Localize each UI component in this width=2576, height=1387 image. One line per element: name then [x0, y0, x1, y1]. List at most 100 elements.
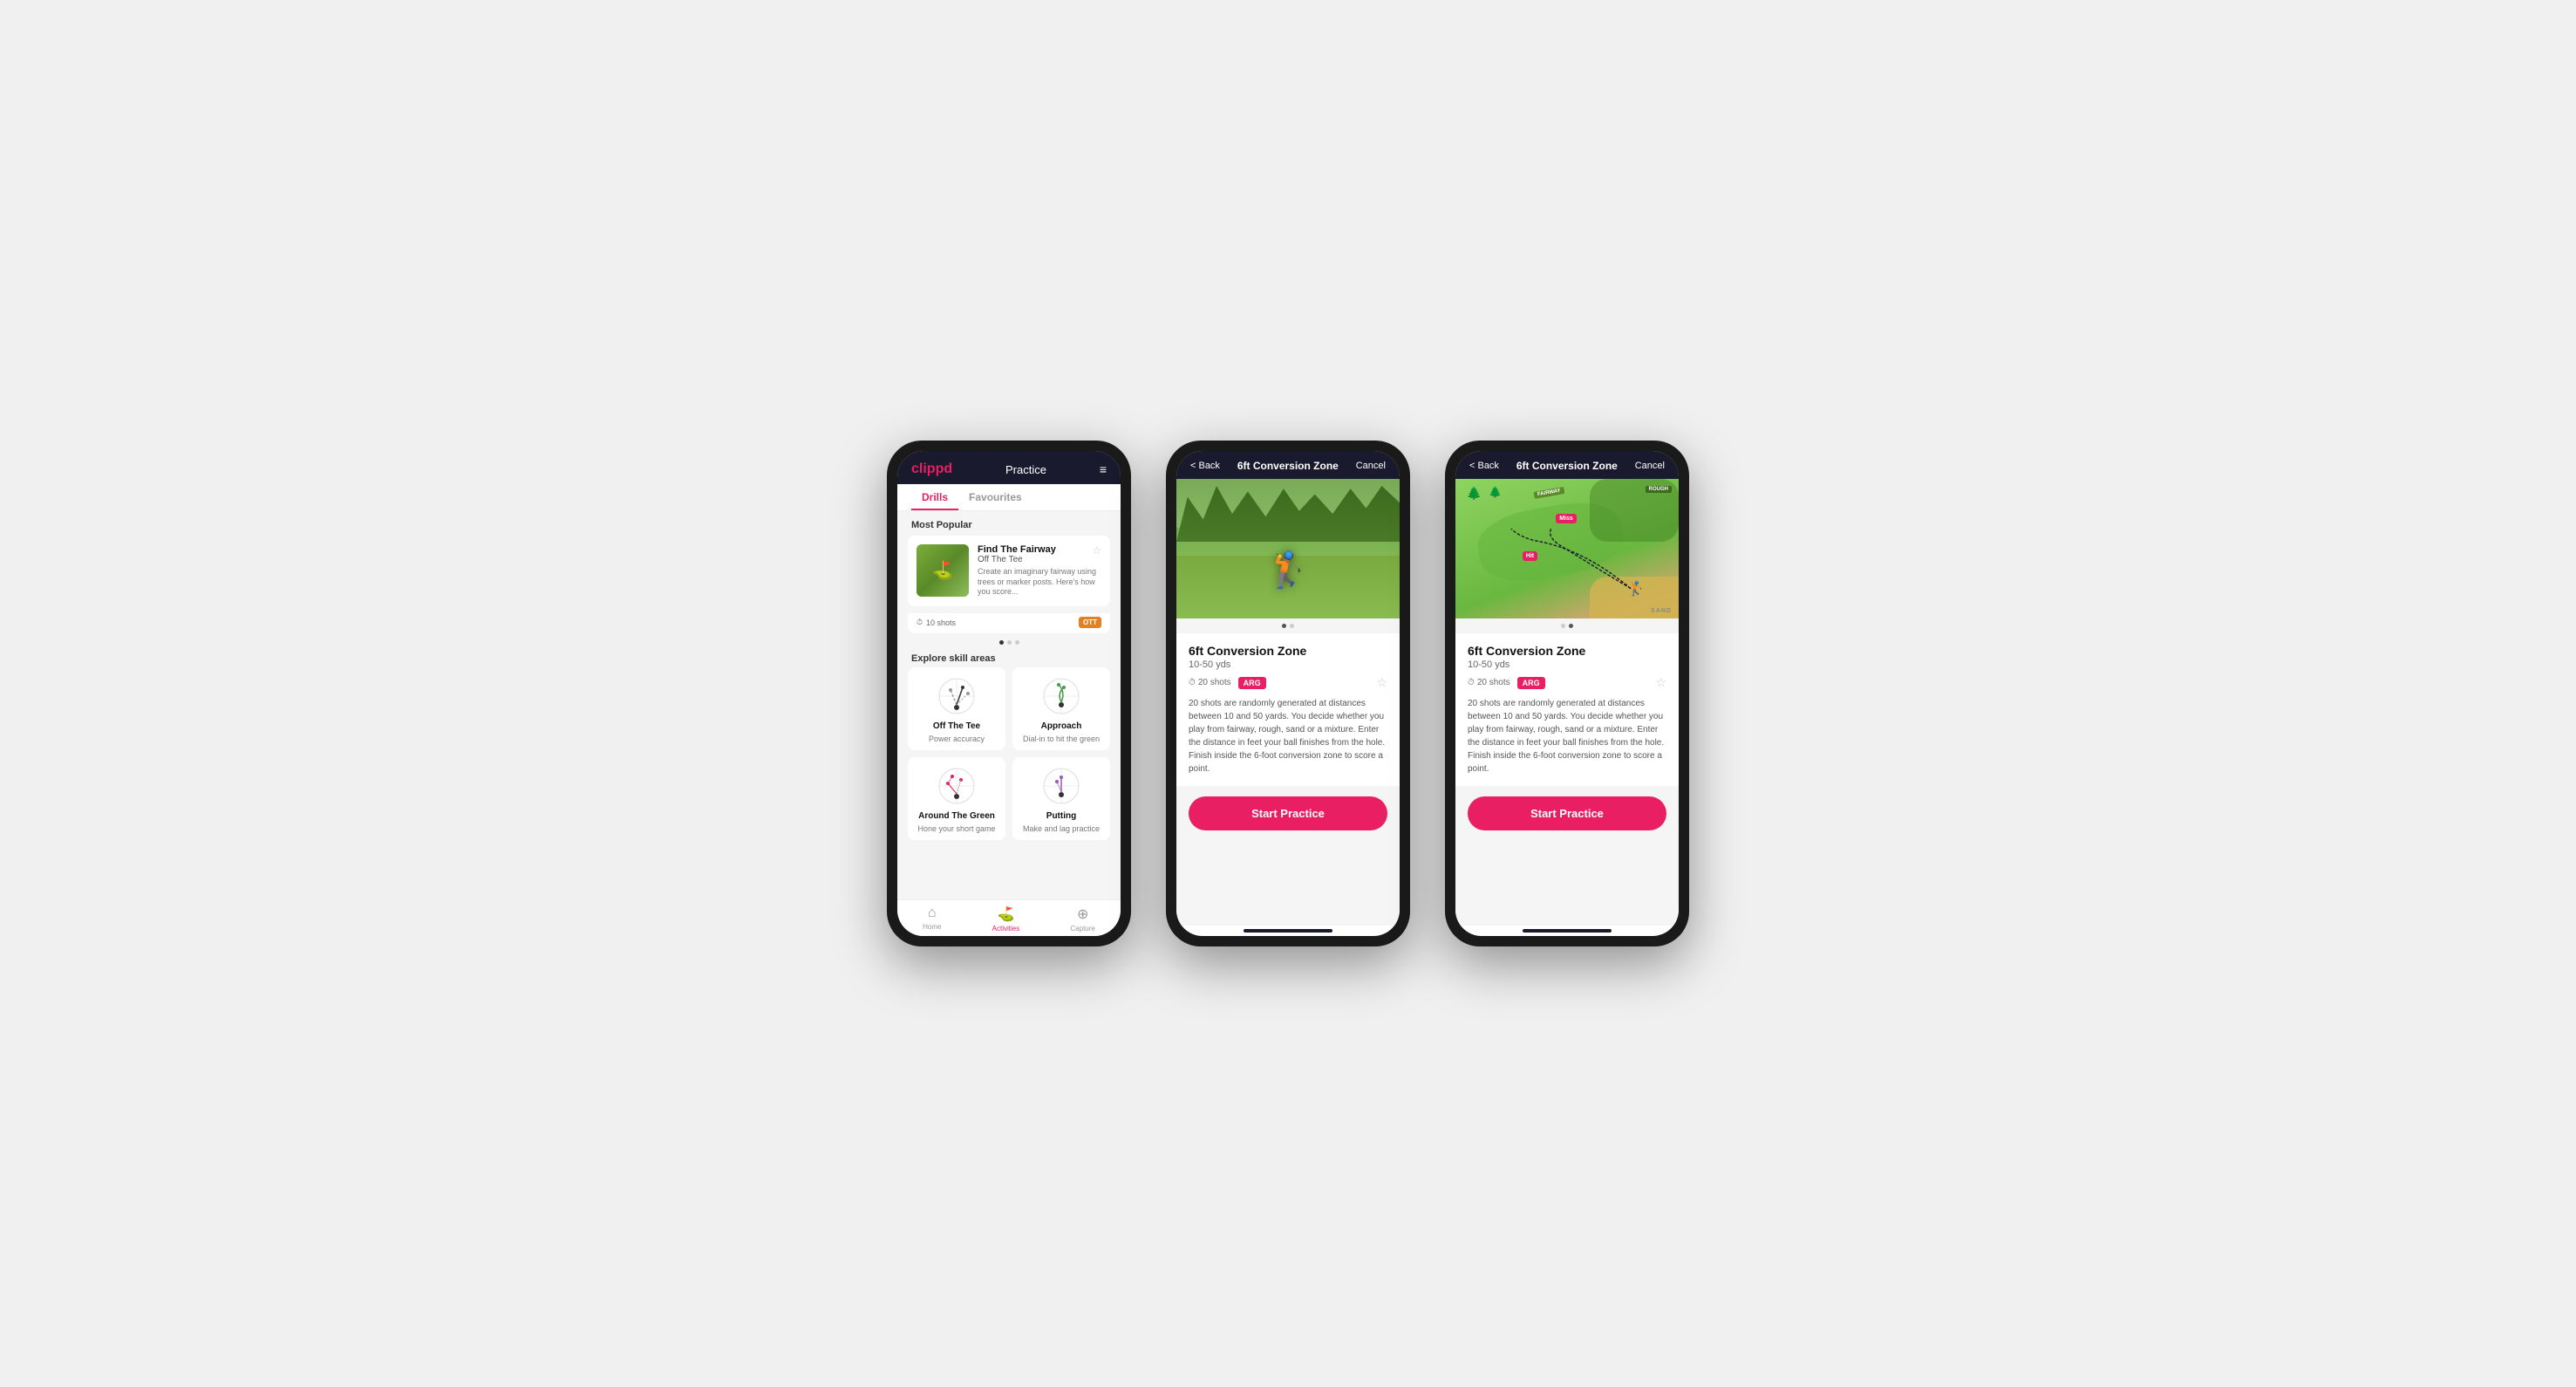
activities-label: Activities: [992, 925, 1020, 933]
start-practice-button-3[interactable]: Start Practice: [1468, 796, 1666, 830]
start-practice-button[interactable]: Start Practice: [1189, 796, 1387, 830]
phone1-header: clippd Practice ≡: [897, 451, 1121, 484]
cancel-button[interactable]: Cancel: [1356, 461, 1386, 471]
phone3-body: SAND FAIRWAY ROUGH Hit Miss 🌲 🌲 🏌️: [1455, 479, 1679, 926]
dot-2: [1007, 640, 1012, 645]
phone3-header: < Back 6ft Conversion Zone Cancel: [1455, 451, 1679, 479]
drill-description: 20 shots are randomly generated at dista…: [1189, 697, 1387, 775]
drill-description-3: 20 shots are randomly generated at dista…: [1468, 697, 1666, 775]
map-golfer: 🏌️: [1628, 580, 1646, 598]
cancel-button-3[interactable]: Cancel: [1635, 461, 1665, 471]
drill-card[interactable]: Find The Fairway Off The Tee Create an i…: [908, 536, 1110, 606]
nav-home[interactable]: ⌂ Home: [923, 905, 941, 933]
ott-tag: OTT: [1079, 617, 1101, 628]
phone3-header-title: 6ft Conversion Zone: [1516, 460, 1618, 472]
phone-1: clippd Practice ≡ Drills Favourites Most…: [887, 441, 1131, 946]
tree-icon-1: 🌲: [1467, 486, 1482, 501]
drill-range: 10-50 yds: [1189, 659, 1387, 670]
drill-title: 6ft Conversion Zone: [1189, 644, 1387, 658]
card-golf-image: [917, 544, 969, 597]
drill-content: 6ft Conversion Zone 10-50 yds ⏱ 20 shots…: [1176, 633, 1400, 786]
drill-meta-3: ⏱ 20 shots ARG ☆: [1468, 675, 1666, 690]
putting-icon: [1039, 764, 1083, 808]
menu-icon[interactable]: ≡: [1100, 462, 1107, 476]
capture-icon: ⊕: [1077, 905, 1088, 923]
drill-image: 🏌️: [1176, 479, 1400, 618]
phone2-header: < Back 6ft Conversion Zone Cancel: [1176, 451, 1400, 479]
golfer-silhouette: 🏌️: [1266, 550, 1310, 591]
img-dot-3-1: [1561, 624, 1565, 628]
dot-1: [999, 640, 1004, 645]
phone2-body: 🏌️ 6ft Conversion Zone 10-50 yds ⏱ 20: [1176, 479, 1400, 926]
most-popular-title: Most Popular: [897, 511, 1121, 536]
card-title: Find The Fairway: [978, 544, 1101, 555]
dot-3: [1015, 640, 1019, 645]
shots-count: ⏱ 10 shots: [917, 618, 956, 627]
putting-label: Putting: [1046, 811, 1076, 821]
phone1-header-title: Practice: [1005, 463, 1046, 476]
phone-3: < Back 6ft Conversion Zone Cancel SAND F…: [1445, 441, 1689, 946]
skill-around-green[interactable]: Around The Green Hone your short game: [908, 757, 1005, 840]
skill-off-the-tee[interactable]: Off The Tee Power accuracy: [908, 667, 1005, 750]
tabs-bar: Drills Favourites: [897, 484, 1121, 511]
img-dot-3-2: [1569, 624, 1573, 628]
arg-tag: ARG: [1238, 677, 1266, 689]
atg-label: Around The Green: [918, 811, 995, 821]
approach-sublabel: Dial-in to hit the green: [1023, 734, 1100, 743]
card-description: Create an imaginary fairway using trees …: [978, 567, 1101, 598]
card-subtitle: Off The Tee: [978, 555, 1101, 564]
tab-favourites[interactable]: Favourites: [958, 484, 1032, 510]
img-dot-2: [1290, 624, 1294, 628]
image-dots-3: [1455, 618, 1679, 633]
ott-sublabel: Power accuracy: [929, 734, 985, 743]
home-indicator-3: [1523, 929, 1612, 933]
drill-star-3[interactable]: ☆: [1655, 675, 1666, 690]
phones-container: clippd Practice ≡ Drills Favourites Most…: [887, 441, 1689, 946]
image-dots: [1176, 618, 1400, 633]
home-label: Home: [923, 923, 941, 931]
drill-title-3: 6ft Conversion Zone: [1468, 644, 1666, 658]
drill-content-3: 6ft Conversion Zone 10-50 yds ⏱ 20 shots…: [1455, 633, 1679, 786]
rough-label: ROUGH: [1646, 486, 1672, 493]
phone-2-screen: < Back 6ft Conversion Zone Cancel 🏌️: [1176, 451, 1400, 936]
clock-icon-3: ⏱: [1468, 678, 1475, 687]
arg-tag-3: ARG: [1517, 677, 1545, 689]
back-button-3[interactable]: < Back: [1469, 461, 1499, 471]
approach-label: Approach: [1041, 721, 1082, 731]
clock-icon-2: ⏱: [1189, 678, 1196, 687]
phone2-header-title: 6ft Conversion Zone: [1237, 460, 1339, 472]
bottom-nav: ⌂ Home ⛳ Activities ⊕ Capture: [897, 899, 1121, 936]
card-content: Find The Fairway Off The Tee Create an i…: [978, 544, 1101, 598]
tree-icon-2: 🌲: [1489, 486, 1502, 498]
home-icon: ⌂: [928, 905, 937, 921]
nav-capture[interactable]: ⊕ Capture: [1070, 905, 1094, 933]
activities-icon: ⛳: [997, 905, 1014, 923]
skill-putting[interactable]: Putting Make and lag practice: [1012, 757, 1110, 840]
skill-approach[interactable]: Approach Dial-in to hit the green: [1012, 667, 1110, 750]
phone-2: < Back 6ft Conversion Zone Cancel 🏌️: [1166, 441, 1410, 946]
golf-photo: 🏌️: [1176, 479, 1400, 618]
nav-activities[interactable]: ⛳ Activities: [992, 905, 1020, 933]
skill-grid: Off The Tee Power accuracy: [897, 667, 1121, 851]
clock-icon: ⏱: [917, 618, 923, 627]
clippd-logo: clippd: [911, 461, 952, 477]
fairway-label: FAIRWAY: [1533, 487, 1564, 499]
tab-drills[interactable]: Drills: [911, 484, 958, 510]
card-footer: ⏱ 10 shots OTT: [908, 613, 1110, 633]
sand-label: SAND: [1651, 608, 1672, 614]
approach-icon: [1039, 674, 1083, 718]
home-indicator: [1244, 929, 1332, 933]
drill-star[interactable]: ☆: [1376, 675, 1387, 690]
drill-meta: ⏱ 20 shots ARG ☆: [1189, 675, 1387, 690]
card-star[interactable]: ☆: [1092, 544, 1101, 557]
drill-shots-3: ⏱ 20 shots: [1468, 678, 1510, 687]
drill-map: SAND FAIRWAY ROUGH Hit Miss 🌲 🌲 🏌️: [1455, 479, 1679, 618]
phone1-body: Most Popular Find The Fairway Off The Te…: [897, 511, 1121, 899]
ott-label: Off The Tee: [933, 721, 980, 731]
drill-range-3: 10-50 yds: [1468, 659, 1666, 670]
capture-label: Capture: [1070, 925, 1094, 933]
back-button[interactable]: < Back: [1190, 461, 1220, 471]
ott-icon: [935, 674, 978, 718]
card-image: [917, 544, 969, 597]
phone-3-screen: < Back 6ft Conversion Zone Cancel SAND F…: [1455, 451, 1679, 936]
